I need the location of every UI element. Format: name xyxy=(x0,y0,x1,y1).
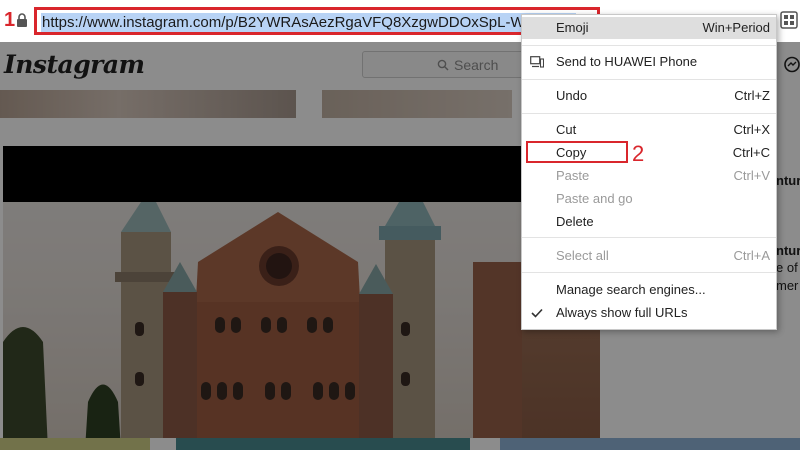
menu-separator xyxy=(522,272,776,273)
menu-item-paste-and-go[interactable]: Paste and go xyxy=(522,188,776,210)
menu-item-cut[interactable]: Cut Ctrl+X xyxy=(522,119,776,141)
url-text[interactable]: https://www.instagram.com/p/B2YWRAsAezRg… xyxy=(41,13,576,32)
menu-item-shortcut: Ctrl+C xyxy=(732,145,770,160)
checkmark-icon xyxy=(531,308,543,318)
device-icon xyxy=(530,56,544,68)
menu-item-send-to-phone[interactable]: Send to HUAWEI Phone xyxy=(522,51,776,73)
menu-item-label: Select all xyxy=(556,248,609,263)
menu-item-label: Cut xyxy=(556,122,577,137)
menu-item-shortcut: Ctrl+V xyxy=(733,168,770,183)
menu-item-undo[interactable]: Undo Ctrl+Z xyxy=(522,85,776,107)
menu-separator xyxy=(522,237,776,238)
menu-item-emoji[interactable]: Emoji Win+Period xyxy=(522,17,776,39)
step-marker-1: 1 xyxy=(4,9,16,31)
menu-item-label: Send to HUAWEI Phone xyxy=(556,54,698,69)
menu-item-label: Paste xyxy=(556,168,590,183)
menu-item-shortcut: Ctrl+X xyxy=(733,122,770,137)
menu-item-label: Delete xyxy=(556,214,594,229)
menu-item-label: Undo xyxy=(556,88,588,103)
copy-highlight-box xyxy=(526,141,628,163)
context-menu: Emoji Win+Period Send to HUAWEI Phone Un… xyxy=(521,14,777,330)
menu-item-shortcut: Win+Period xyxy=(702,20,770,35)
menu-item-delete[interactable]: Delete xyxy=(522,211,776,233)
extension-icon[interactable] xyxy=(780,11,798,29)
menu-separator xyxy=(522,79,776,80)
menu-item-label: Emoji xyxy=(556,20,589,35)
menu-separator xyxy=(522,45,776,46)
menu-item-label: Paste and go xyxy=(556,191,633,206)
menu-item-shortcut: Ctrl+A xyxy=(733,248,770,263)
menu-separator xyxy=(522,113,776,114)
menu-item-paste[interactable]: Paste Ctrl+V xyxy=(522,165,776,187)
address-bar[interactable]: https://www.instagram.com/p/B2YWRAsAezRg… xyxy=(34,7,600,35)
menu-item-always-show-full-urls[interactable]: Always show full URLs xyxy=(522,302,776,324)
menu-item-label: Manage search engines... xyxy=(556,282,706,297)
lock-icon[interactable] xyxy=(16,13,28,27)
menu-item-select-all[interactable]: Select all Ctrl+A xyxy=(522,245,776,267)
menu-item-manage-search-engines[interactable]: Manage search engines... xyxy=(522,279,776,301)
menu-item-shortcut: Ctrl+Z xyxy=(734,88,770,103)
step-marker-2: 2 xyxy=(632,141,645,166)
menu-item-label: Always show full URLs xyxy=(556,305,688,320)
